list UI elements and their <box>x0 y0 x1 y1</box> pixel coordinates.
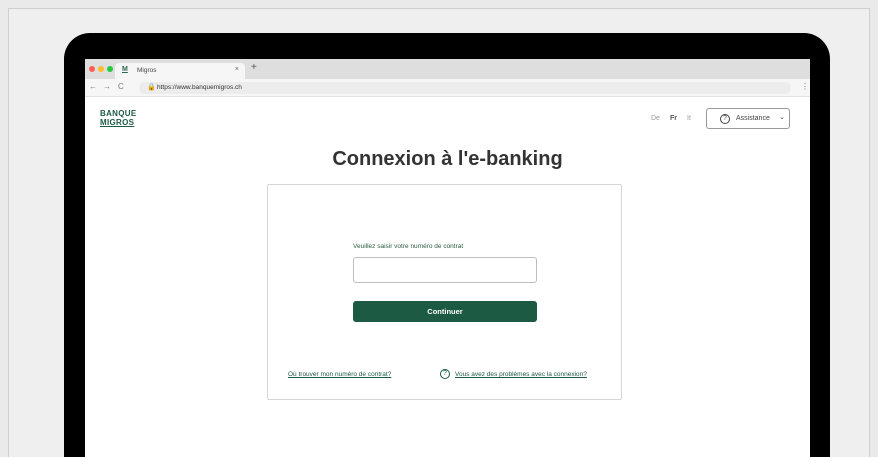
browser-tab[interactable]: M Migros × <box>115 63 245 79</box>
migros-favicon-icon: M <box>122 66 128 73</box>
close-window-icon[interactable] <box>89 66 95 72</box>
tab-bar: M Migros × + <box>85 59 810 79</box>
browser-menu-icon[interactable]: ⋮ <box>801 82 809 92</box>
reload-icon[interactable]: C <box>118 82 124 92</box>
language-fr[interactable]: Fr <box>670 115 677 122</box>
page-title: Connexion à l'e-banking <box>332 148 563 170</box>
language-it[interactable]: It <box>687 115 691 122</box>
help-icon: ? <box>440 369 450 379</box>
tab-title: Migros <box>137 67 157 74</box>
logo-line1: BANQUE <box>100 109 137 118</box>
assistance-label: Assistance <box>736 115 770 122</box>
contract-number-label: Veuillez saisir votre numéro de contrat <box>353 243 464 250</box>
continue-button[interactable]: Continuer <box>353 301 537 322</box>
chevron-down-icon: ⌄ <box>779 114 785 121</box>
logo-line2: MIGROS <box>100 117 135 127</box>
lock-icon: 🔒 <box>147 84 156 91</box>
contract-number-input[interactable] <box>353 257 537 283</box>
connection-problems-link[interactable]: Vous avez des problèmes avec la connexio… <box>455 371 587 378</box>
close-tab-icon[interactable]: × <box>235 66 239 73</box>
banque-migros-logo[interactable]: BANQUE MIGROS <box>100 109 137 127</box>
login-card: Veuillez saisir votre numéro de contrat … <box>267 184 622 400</box>
maximize-window-icon[interactable] <box>107 66 113 72</box>
find-contract-number-link[interactable]: Où trouver mon numéro de contrat? <box>288 371 391 378</box>
url-field[interactable]: 🔒 https://www.banquemigros.ch <box>139 82 791 94</box>
help-icon: ? <box>720 114 730 124</box>
language-de[interactable]: De <box>651 115 660 122</box>
forward-icon[interactable]: → <box>103 82 111 92</box>
minimize-window-icon[interactable] <box>98 66 104 72</box>
url-text: https://www.banquemigros.ch <box>157 84 242 91</box>
address-bar: ← → C 🔒 https://www.banquemigros.ch ⋮ <box>85 79 810 97</box>
new-tab-icon[interactable]: + <box>251 63 257 73</box>
browser-window: M Migros × + ← → C 🔒 https://www.banquem… <box>85 59 810 457</box>
assistance-button[interactable]: ? Assistance ⌄ <box>706 108 790 129</box>
back-icon[interactable]: ← <box>89 82 97 92</box>
